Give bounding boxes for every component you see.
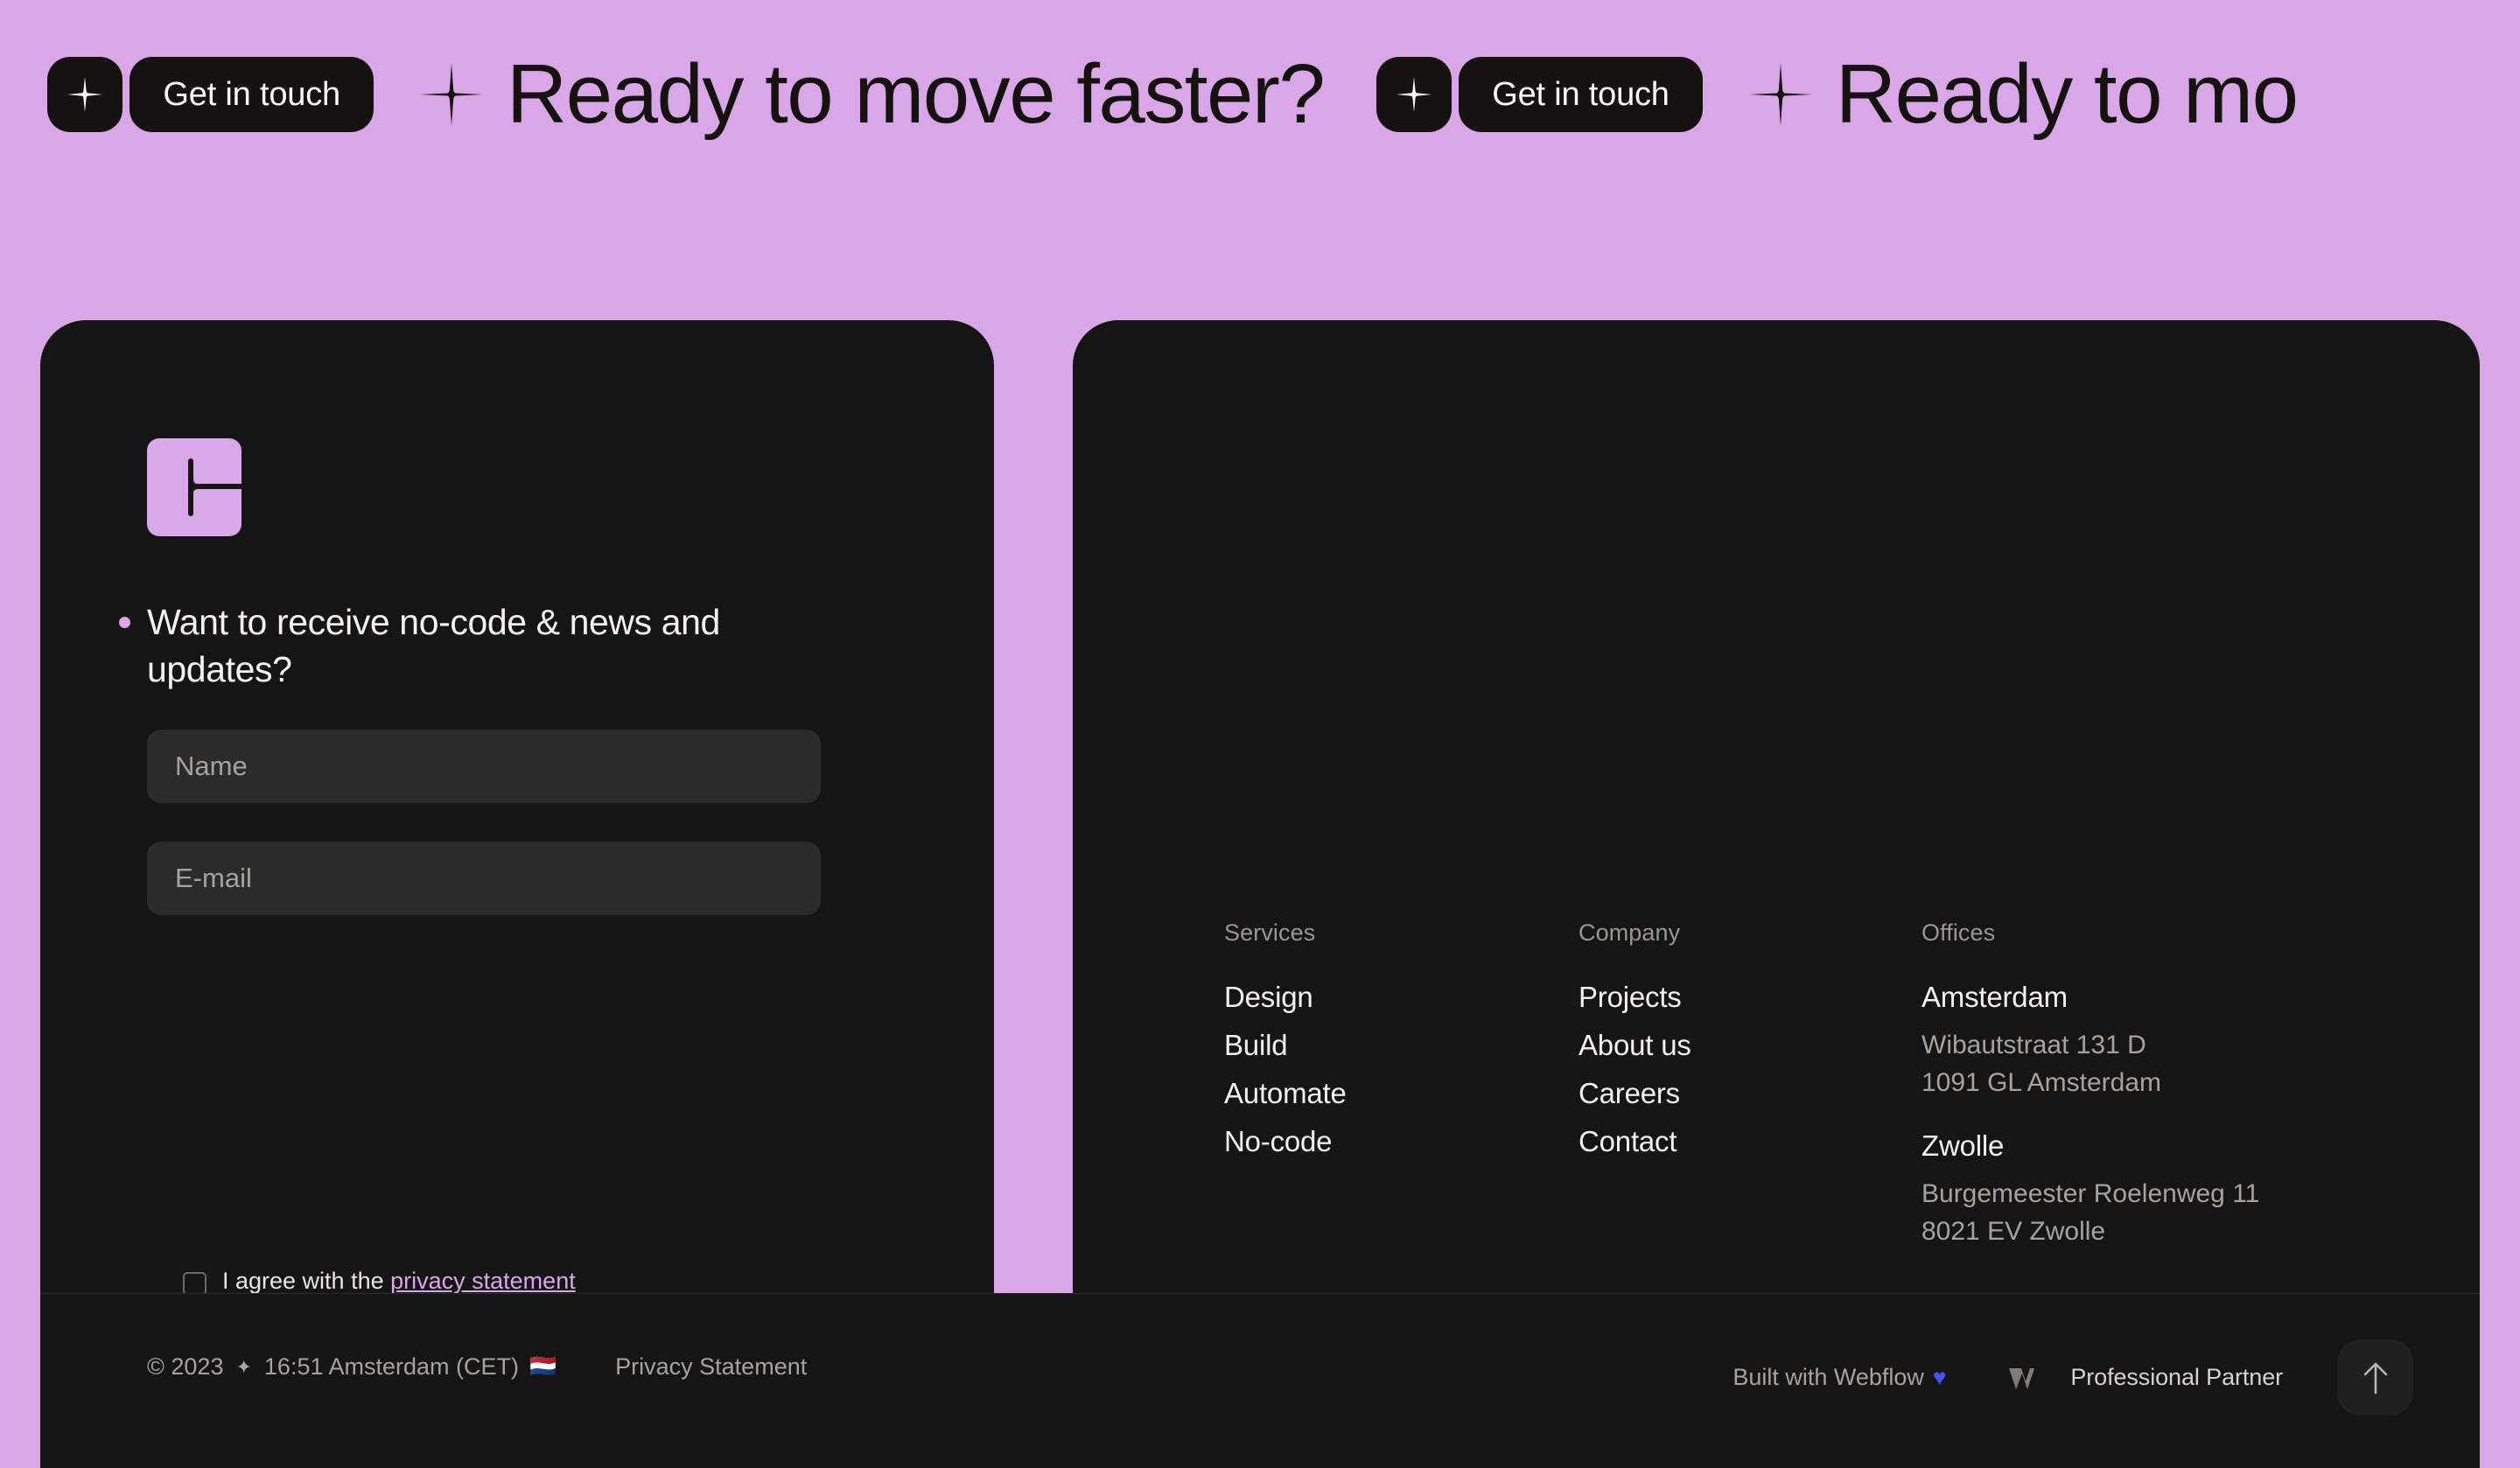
newsletter-heading: Want to receive no-code & news and updat… (119, 598, 838, 693)
footer-link-build[interactable]: Build (1224, 1029, 1288, 1061)
office-address: Burgemeester Roelenweg 11 8021 EV Zwolle (1922, 1176, 2259, 1250)
marquee-track: ter? Get in touch Ready to move faster? … (0, 47, 2328, 141)
privacy-statement-link[interactable]: privacy statement (390, 1268, 576, 1294)
list-item: Contact (1578, 1125, 1691, 1158)
list-item: Design (1224, 981, 1347, 1014)
column-title: Company (1578, 919, 1681, 946)
footer-bottom-bar: © 2023 ✦ 16:51 Amsterdam (CET) 🇳🇱 Privac… (40, 1293, 2480, 1468)
office-address-line1: Burgemeester Roelenweg 11 (1922, 1179, 2260, 1208)
column-link-list: Design Build Automate No-code (1224, 981, 1347, 1173)
column-link-list: Projects About us Careers Contact (1578, 981, 1691, 1173)
newsletter-heading-text: Want to receive no-code & news and updat… (147, 602, 720, 690)
name-input[interactable] (147, 730, 821, 803)
column-title: Services (1224, 919, 1316, 946)
office-address-line2: 1091 GL Amsterdam (1922, 1067, 2162, 1097)
office-zwolle: Zwolle Burgemeester Roelenweg 11 8021 EV… (1922, 1129, 2259, 1250)
back-to-top-button[interactable] (2337, 1339, 2413, 1416)
privacy-consent-label: I agree with the privacy statement (222, 1268, 576, 1295)
office-address-line2: 8021 EV Zwolle (1922, 1216, 2106, 1246)
bottom-bar-left: © 2023 ✦ 16:51 Amsterdam (CET) 🇳🇱 Privac… (147, 1353, 807, 1381)
footer-link-contact[interactable]: Contact (1578, 1125, 1677, 1157)
privacy-consent-prefix: I agree with the (222, 1268, 391, 1294)
list-item: Careers (1578, 1077, 1691, 1110)
marquee-text: Ready to mo (1835, 47, 2299, 141)
column-title: Offices (1922, 919, 1996, 946)
list-item: Build (1224, 1029, 1347, 1062)
privacy-statement-footer-link[interactable]: Privacy Statement (615, 1353, 807, 1381)
company-logo[interactable] (147, 438, 242, 536)
netherlands-flag-icon: 🇳🇱 (529, 1354, 557, 1379)
built-with-webflow-label: Built with Webflow (1732, 1364, 1924, 1390)
webflow-logo-icon (2007, 1363, 2048, 1393)
footer-page: ter? Get in touch Ready to move faster? … (0, 0, 2520, 1468)
bottom-bar-right: Built with Webflow ♥ Professional Partne… (1732, 1339, 2413, 1416)
marquee-text: Ready to move faster? (506, 47, 1326, 141)
sparkle-icon (1748, 62, 1813, 127)
office-amsterdam: Amsterdam Wibautstraat 131 D 1091 GL Ams… (1922, 981, 2161, 1101)
footer-link-design[interactable]: Design (1224, 981, 1313, 1013)
sparkle-icon[interactable] (1376, 57, 1452, 133)
office-address-line1: Wibautstraat 131 D (1922, 1031, 2146, 1059)
list-item: Automate (1224, 1077, 1347, 1110)
marquee-banner: ter? Get in touch Ready to move faster? … (0, 0, 2520, 320)
get-in-touch-cta[interactable]: Get in touch (47, 57, 374, 133)
list-item: No-code (1224, 1125, 1347, 1158)
footer-link-projects[interactable]: Projects (1578, 981, 1682, 1013)
copyright-text: © 2023 (147, 1353, 224, 1380)
sparkle-separator-icon: ✦ (235, 1355, 252, 1378)
get-in-touch-label[interactable]: Get in touch (130, 57, 374, 133)
bullet-dot-icon (119, 617, 130, 628)
footer-link-careers[interactable]: Careers (1578, 1077, 1680, 1109)
sparkle-icon[interactable] (47, 57, 123, 133)
get-in-touch-cta[interactable]: Get in touch (1376, 57, 1703, 133)
privacy-checkbox[interactable] (183, 1272, 206, 1296)
sparkle-icon (419, 62, 484, 127)
list-item: Projects (1578, 981, 1691, 1014)
heart-icon: ♥ (1932, 1364, 1947, 1390)
bottom-bar-divider (40, 1293, 2480, 1294)
get-in-touch-label[interactable]: Get in touch (1459, 57, 1703, 133)
built-with-webflow-link[interactable]: Built with Webflow ♥ (1732, 1364, 1946, 1391)
footer-link-about-us[interactable]: About us (1578, 1029, 1691, 1061)
list-item: About us (1578, 1029, 1691, 1062)
email-input[interactable] (147, 842, 821, 915)
office-city: Zwolle (1922, 1129, 2005, 1162)
footer-link-automate[interactable]: Automate (1224, 1077, 1347, 1109)
professional-partner-label: Professional Partner (2070, 1364, 2283, 1390)
marquee-text: ter? (0, 51, 24, 139)
footer-link-nocode[interactable]: No-code (1224, 1125, 1333, 1157)
office-city: Amsterdam (1922, 981, 2068, 1013)
local-time-text: 16:51 Amsterdam (CET) (263, 1353, 519, 1380)
office-address: Wibautstraat 131 D 1091 GL Amsterdam (1922, 1027, 2161, 1101)
